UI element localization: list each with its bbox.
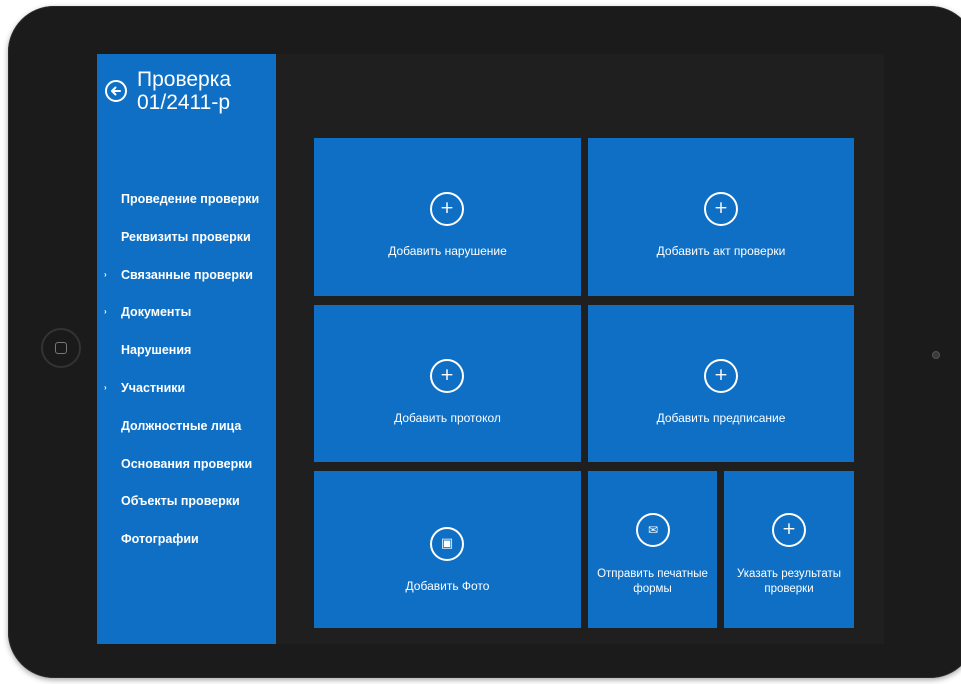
- back-button[interactable]: [105, 80, 127, 102]
- add-act-tile[interactable]: + Добавить акт проверки: [588, 138, 854, 296]
- tile-label-line2: формы: [633, 583, 672, 595]
- tile-label: Добавить Фото: [405, 579, 490, 593]
- camera-icon: ▣: [430, 527, 464, 561]
- sidebar-item-label: Проведение проверки: [121, 192, 260, 206]
- sidebar-item-label: Основания проверки: [121, 456, 253, 471]
- add-protocol-tile[interactable]: + Добавить протокол: [314, 305, 581, 462]
- sidebar-item-label: Должностные лица: [121, 418, 242, 433]
- plus-circle-icon: +: [772, 513, 806, 547]
- caret-right-icon: ›: [104, 269, 107, 279]
- plus-glyph: +: [781, 519, 797, 539]
- sidebar-item-participants[interactable]: › Участники: [97, 381, 276, 419]
- arrow-left-icon: [111, 86, 121, 96]
- sidebar-item-label: Связанные проверки: [121, 267, 253, 282]
- sidebar: Проверка 01/2411-р Проведение проверки Р…: [97, 54, 276, 644]
- sidebar-item-label: Нарушения: [121, 343, 192, 358]
- tile-label: Добавить нарушение: [388, 244, 507, 258]
- sidebar-item-photos[interactable]: Фотографии: [97, 532, 276, 570]
- plus-circle-icon: +: [430, 359, 464, 393]
- tile-label: Отправить печатные формы: [588, 567, 717, 597]
- sidebar-item-conduct[interactable]: Проведение проверки: [97, 192, 276, 230]
- tile-label: Добавить протокол: [394, 411, 501, 425]
- plus-glyph: +: [713, 365, 729, 385]
- plus-glyph: +: [439, 365, 455, 385]
- caret-right-icon: ›: [104, 307, 107, 317]
- page-title-line1: Проверка: [137, 68, 232, 91]
- app-screen: Проверка 01/2411-р Проведение проверки Р…: [97, 54, 884, 644]
- add-violation-tile[interactable]: + Добавить нарушение: [314, 138, 581, 296]
- mail-glyph: ✉: [647, 523, 659, 537]
- tile-label-line2: проверки: [764, 583, 814, 595]
- home-button[interactable]: [41, 328, 81, 368]
- plus-glyph: +: [713, 198, 729, 218]
- sidebar-item-label: Фотографии: [121, 532, 199, 547]
- set-results-tile[interactable]: + Указать результаты проверки: [724, 471, 854, 628]
- page-title-line2: 01/2411-р: [137, 91, 231, 114]
- tile-label-line1: Отправить печатные: [597, 568, 708, 580]
- camera-glyph: ▣: [440, 536, 454, 551]
- sidebar-item-documents[interactable]: › Документы: [97, 305, 276, 343]
- tile-label: Добавить предписание: [656, 411, 786, 425]
- tile-label: Указать результаты проверки: [724, 567, 854, 597]
- sidebar-item-label: Участники: [121, 380, 186, 395]
- camera-lens: [932, 351, 940, 359]
- plus-circle-icon: +: [704, 359, 738, 393]
- sidebar-item-grounds[interactable]: Основания проверки: [97, 457, 276, 495]
- add-prescription-tile[interactable]: + Добавить предписание: [588, 305, 854, 462]
- plus-circle-icon: +: [704, 192, 738, 226]
- plus-circle-icon: +: [430, 192, 464, 226]
- tile-label: Добавить акт проверки: [656, 244, 786, 258]
- sidebar-item-label: Документы: [121, 305, 192, 320]
- home-icon: [55, 342, 67, 354]
- sidebar-header: Проверка 01/2411-р: [105, 68, 231, 114]
- add-photo-tile[interactable]: ▣ Добавить Фото: [314, 471, 581, 628]
- tile-label-line1: Указать результаты: [736, 568, 841, 580]
- sidebar-item-label: Объекты проверки: [121, 494, 240, 509]
- sidebar-item-related[interactable]: › Связанные проверки: [97, 268, 276, 306]
- sidebar-item-details[interactable]: Реквизиты проверки: [97, 230, 276, 268]
- tile-grid: + Добавить нарушение + Добавить акт пров…: [276, 54, 884, 644]
- send-forms-tile[interactable]: ✉ Отправить печатные формы: [588, 471, 717, 628]
- page-title: Проверка 01/2411-р: [137, 68, 231, 114]
- sidebar-item-officials[interactable]: Должностные лица: [97, 419, 276, 457]
- sidebar-nav: Проведение проверки Реквизиты проверки ›…: [97, 192, 276, 570]
- mail-icon: ✉: [636, 513, 670, 547]
- caret-right-icon: ›: [104, 382, 107, 392]
- sidebar-item-objects[interactable]: Объекты проверки: [97, 494, 276, 532]
- plus-glyph: +: [439, 198, 455, 218]
- sidebar-item-violations[interactable]: Нарушения: [97, 343, 276, 381]
- sidebar-item-label: Реквизиты проверки: [121, 229, 251, 244]
